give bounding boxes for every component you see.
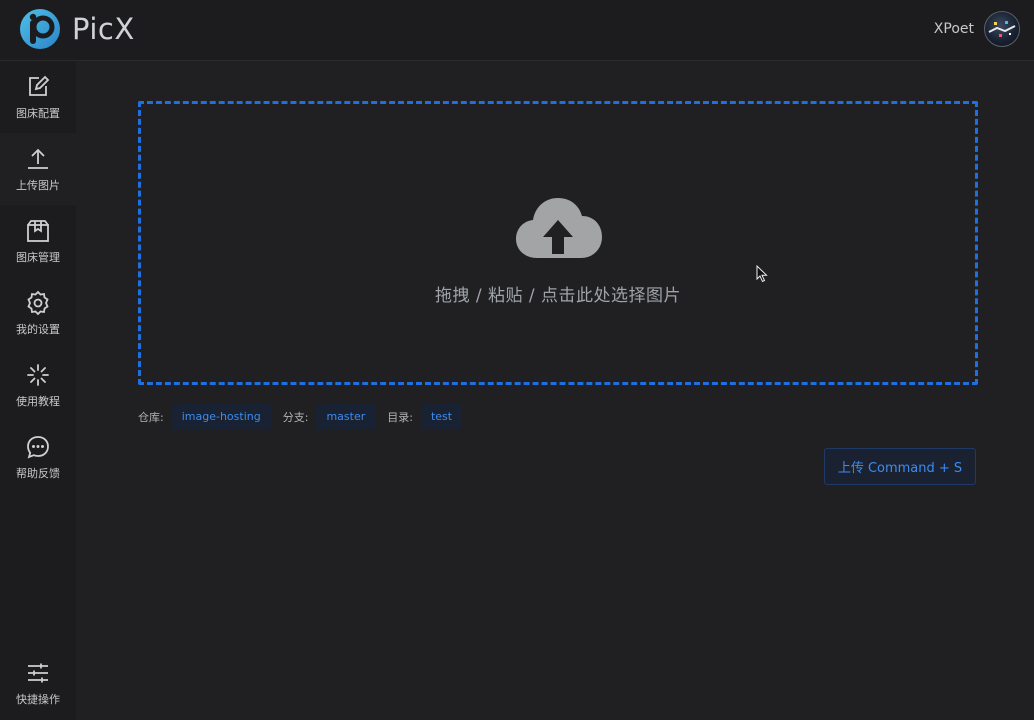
sidebar-item-my-settings[interactable]: 我的设置 xyxy=(0,277,76,349)
branch-label: 分支: xyxy=(282,411,309,424)
sidebar: 图床配置 上传图片 图床管理 我的设置 使用教程 帮助反馈 快捷操作 xyxy=(0,61,76,720)
upload-button[interactable]: 上传 Command + S xyxy=(824,448,976,485)
chat-bubble-icon xyxy=(27,435,49,458)
header: PicX XPoet xyxy=(0,0,1034,61)
sidebar-item-tutorial[interactable]: 使用教程 xyxy=(0,349,76,421)
sidebar-item-label: 使用教程 xyxy=(16,394,60,408)
logo[interactable]: PicX xyxy=(18,6,135,52)
sidebar-item-label: 上传图片 xyxy=(16,178,60,192)
box-icon xyxy=(27,219,49,242)
loading-spinner-icon xyxy=(27,363,49,386)
sidebar-item-label: 帮助反馈 xyxy=(16,466,60,480)
app-window: PicX XPoet 图床配置 上传图片 图床管理 我的设置 使用教程 帮助反馈… xyxy=(0,0,1034,720)
user-menu[interactable]: XPoet xyxy=(934,10,1020,48)
picx-logo-icon xyxy=(20,9,60,49)
branch-tag[interactable]: master xyxy=(316,404,376,430)
repo-label: 仓库: xyxy=(138,411,164,424)
sidebar-item-image-hosting-config[interactable]: 图床配置 xyxy=(0,61,76,133)
user-name: XPoet xyxy=(933,21,974,37)
sidebar-item-label: 图床配置 xyxy=(16,106,60,120)
sidebar-item-quick-actions[interactable]: 快捷操作 xyxy=(0,647,76,719)
avatar[interactable] xyxy=(984,11,1020,47)
upload-page: 拖拽 / 粘贴 / 点击此处选择图片 仓库: image-hosting 分支:… xyxy=(76,61,1034,720)
sidebar-item-label: 图床管理 xyxy=(16,250,60,264)
sidebar-item-label: 快捷操作 xyxy=(16,692,60,706)
dropzone-hint: 拖拽 / 粘贴 / 点击此处选择图片 xyxy=(434,286,682,306)
repo-tag[interactable]: image-hosting xyxy=(171,404,271,430)
gear-icon xyxy=(27,290,49,315)
upload-icon xyxy=(28,148,48,169)
upload-dropzone[interactable]: 拖拽 / 粘贴 / 点击此处选择图片 xyxy=(138,101,978,385)
sidebar-item-image-management[interactable]: 图床管理 xyxy=(0,205,76,277)
sliders-icon xyxy=(28,663,48,682)
sidebar-item-upload-image[interactable]: 上传图片 xyxy=(0,133,76,205)
edit-icon xyxy=(29,75,50,96)
cloud-upload-icon xyxy=(516,198,602,258)
sidebar-item-label: 我的设置 xyxy=(16,322,60,336)
upload-target-info: 仓库: image-hosting 分支: master 目录: test xyxy=(138,403,474,431)
directory-tag[interactable]: test xyxy=(420,404,463,430)
avatar-image-icon xyxy=(988,21,1016,37)
directory-label: 目录: xyxy=(387,411,413,424)
mouse-cursor-icon xyxy=(756,265,768,283)
sidebar-item-help-feedback[interactable]: 帮助反馈 xyxy=(0,421,76,493)
app-title: PicX xyxy=(72,12,135,46)
